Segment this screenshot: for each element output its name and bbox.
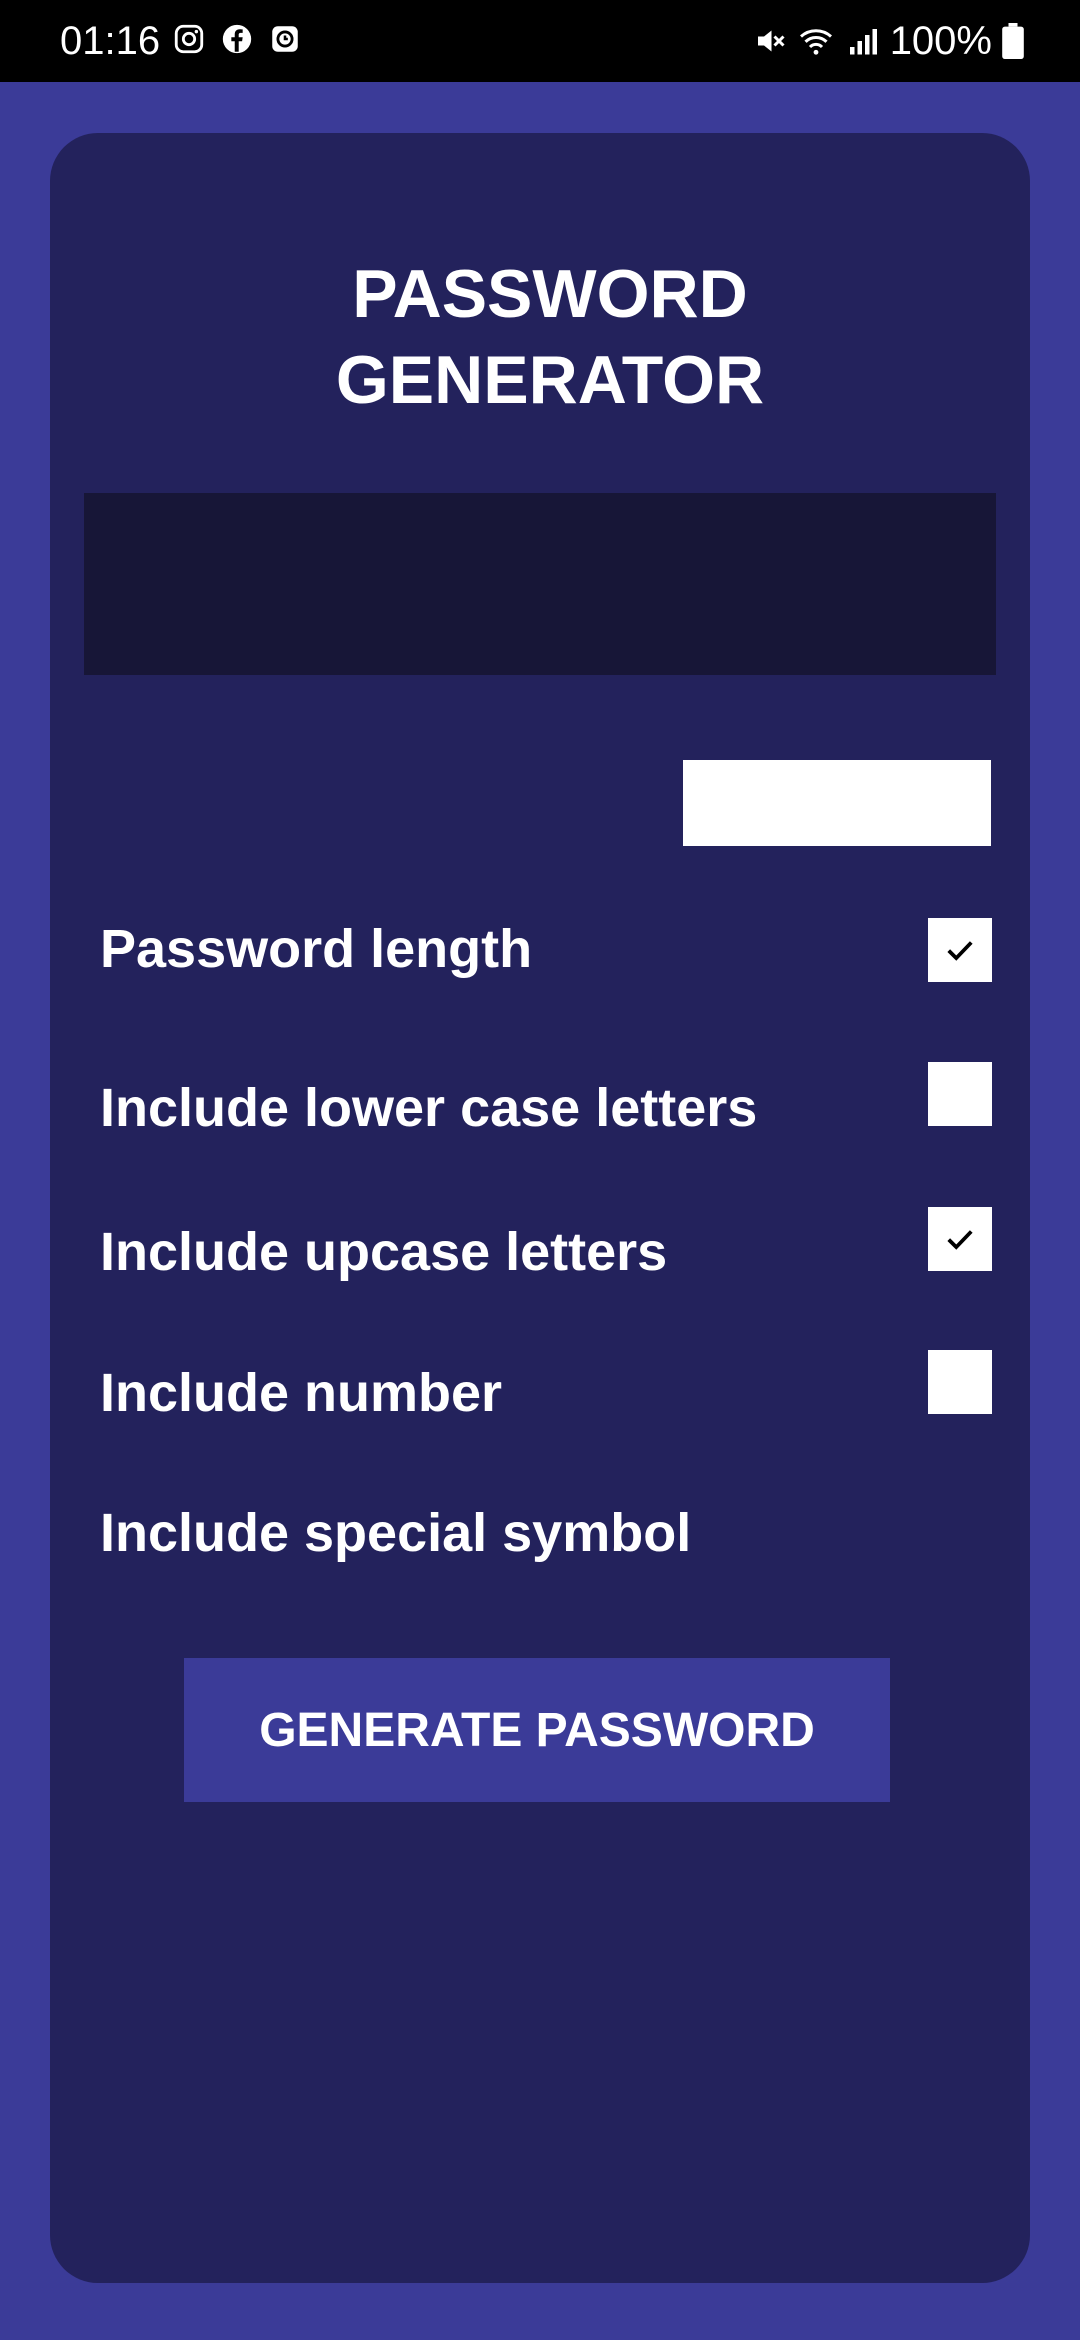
- facebook-icon: [222, 24, 252, 54]
- title-line-1: PASSWORD: [352, 256, 748, 332]
- status-time: 01:16: [60, 19, 161, 63]
- battery-icon: [1002, 23, 1024, 59]
- generate-password-button[interactable]: GENERATE PASSWORD: [184, 1658, 890, 1802]
- checkmark-icon: [947, 941, 973, 961]
- checkbox-lowercase[interactable]: [928, 918, 992, 982]
- clock-app-icon: [272, 26, 298, 52]
- option-label-number: Include number: [100, 1363, 503, 1423]
- wifi-icon: [799, 29, 832, 55]
- password-output[interactable]: [84, 493, 996, 675]
- system-status: 100%: [752, 18, 1024, 64]
- checkbox-uppercase[interactable]: [928, 1062, 992, 1126]
- mute-icon: [757, 30, 785, 52]
- checkmark-icon: [947, 1230, 973, 1250]
- password-length-input[interactable]: [683, 760, 991, 846]
- battery-percent: 100%: [889, 19, 992, 63]
- checkbox-number[interactable]: [928, 1207, 992, 1271]
- signal-icon: [849, 29, 877, 55]
- option-label-lowercase: Include lower case letters: [100, 1078, 758, 1138]
- instagram-icon: [174, 24, 204, 54]
- generator-card: PASSWORD GENERATOR Password length Inclu…: [50, 133, 1030, 2283]
- checkbox-special[interactable]: [928, 1350, 992, 1414]
- page-title: PASSWORD GENERATOR: [50, 251, 1050, 423]
- notification-icons: [172, 22, 302, 56]
- title-line-2: GENERATOR: [335, 342, 765, 418]
- option-label-special: Include special symbol: [100, 1503, 692, 1563]
- option-label-uppercase: Include upcase letters: [100, 1222, 668, 1282]
- status-bar: 01:16 100%: [0, 0, 1080, 82]
- password-length-label: Password length: [100, 919, 533, 979]
